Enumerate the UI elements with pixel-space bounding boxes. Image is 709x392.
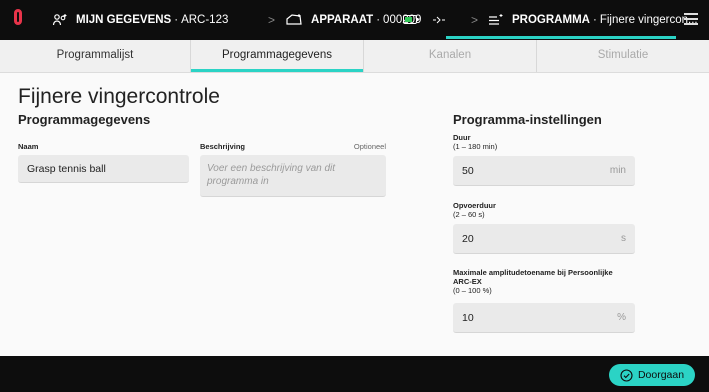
amplitude-value: 10 (462, 312, 474, 324)
logo-icon (14, 9, 22, 25)
description-label: Beschrijving (200, 142, 246, 151)
battery-icon (403, 15, 419, 24)
amplitude-field[interactable]: 10 % (453, 303, 635, 333)
name-field[interactable]: Grasp tennis ball (18, 155, 189, 183)
rampup-range: (2 – 60 s) (453, 210, 485, 219)
menu-icon[interactable] (684, 13, 698, 28)
breadcrumb-separator: · (592, 14, 597, 26)
settings-heading: Programma-instellingen (453, 112, 602, 127)
continue-label: Doorgaan (637, 369, 685, 381)
check-circle-icon (620, 368, 633, 382)
breadcrumb-device[interactable]: > APPARAAT · 000209 (268, 0, 421, 40)
breadcrumb-separator: · (376, 14, 381, 26)
breadcrumb-my-data-detail: ARC-123 (181, 14, 229, 26)
chevron-right-icon: > (471, 13, 479, 27)
users-icon (52, 14, 67, 26)
rampup-field[interactable]: 20 s (453, 224, 635, 254)
amplitude-unit: % (617, 312, 626, 323)
duration-label: Duur (453, 133, 471, 142)
chevron-right-icon: > (268, 13, 276, 27)
breadcrumb-program-detail: Fijnere vingercon... (599, 14, 698, 26)
description-placeholder: Voer een beschrijving van dit programma … (207, 163, 336, 187)
tab-stimulatie: Stimulatie (597, 49, 649, 61)
description-field[interactable]: Voer een beschrijving van dit programma … (200, 155, 386, 197)
amplitude-range: (0 – 100 %) (453, 286, 492, 295)
active-breadcrumb-underline (446, 36, 676, 39)
tab-programmagegevens[interactable]: Programmagegevens (191, 40, 363, 72)
breadcrumb-program[interactable]: > PROGRAMMA · Fijnere vingercon... (471, 0, 698, 40)
name-label: Naam (18, 142, 39, 151)
program-icon (489, 14, 503, 25)
tab-bar: Programmalijst Programmagegevens Kanalen… (0, 40, 709, 73)
amplitude-label: Maximale amplitudetoename bij Persoonlij… (453, 268, 613, 277)
breadcrumb-program-title: PROGRAMMA (512, 14, 590, 26)
top-bar: MIJN GEGEVENS · ARC-123 > APPARAAT · 000… (0, 0, 709, 40)
breadcrumb-my-data[interactable]: MIJN GEGEVENS · ARC-123 (52, 0, 228, 40)
bottom-bar (0, 356, 709, 392)
breadcrumb-device-title: APPARAAT (311, 14, 374, 26)
rampup-label: Opvoerduur (453, 201, 496, 210)
breadcrumb-my-data-title: MIJN GEGEVENS (76, 14, 172, 26)
tab-kanalen: Kanalen (428, 49, 472, 61)
device-icon (286, 14, 302, 25)
duration-value: 50 (462, 165, 474, 177)
page-title: Fijnere vingercontrole (18, 85, 220, 108)
continue-button[interactable]: Doorgaan (609, 364, 695, 386)
optional-hint: Optioneel (353, 142, 386, 151)
details-heading: Programmagegevens (18, 112, 151, 127)
duration-field[interactable]: 50 min (453, 156, 635, 186)
rampup-value: 20 (462, 233, 474, 245)
duration-unit: min (609, 165, 626, 176)
duration-range: (1 – 180 min) (453, 142, 498, 151)
name-value: Grasp tennis ball (27, 163, 106, 175)
connection-icon (433, 16, 445, 24)
amplitude-label-line2: ARC-EX (453, 277, 482, 286)
breadcrumb-separator: · (174, 14, 179, 26)
rampup-unit: s (621, 233, 626, 244)
tab-programmalijst[interactable]: Programmalijst (0, 40, 190, 72)
